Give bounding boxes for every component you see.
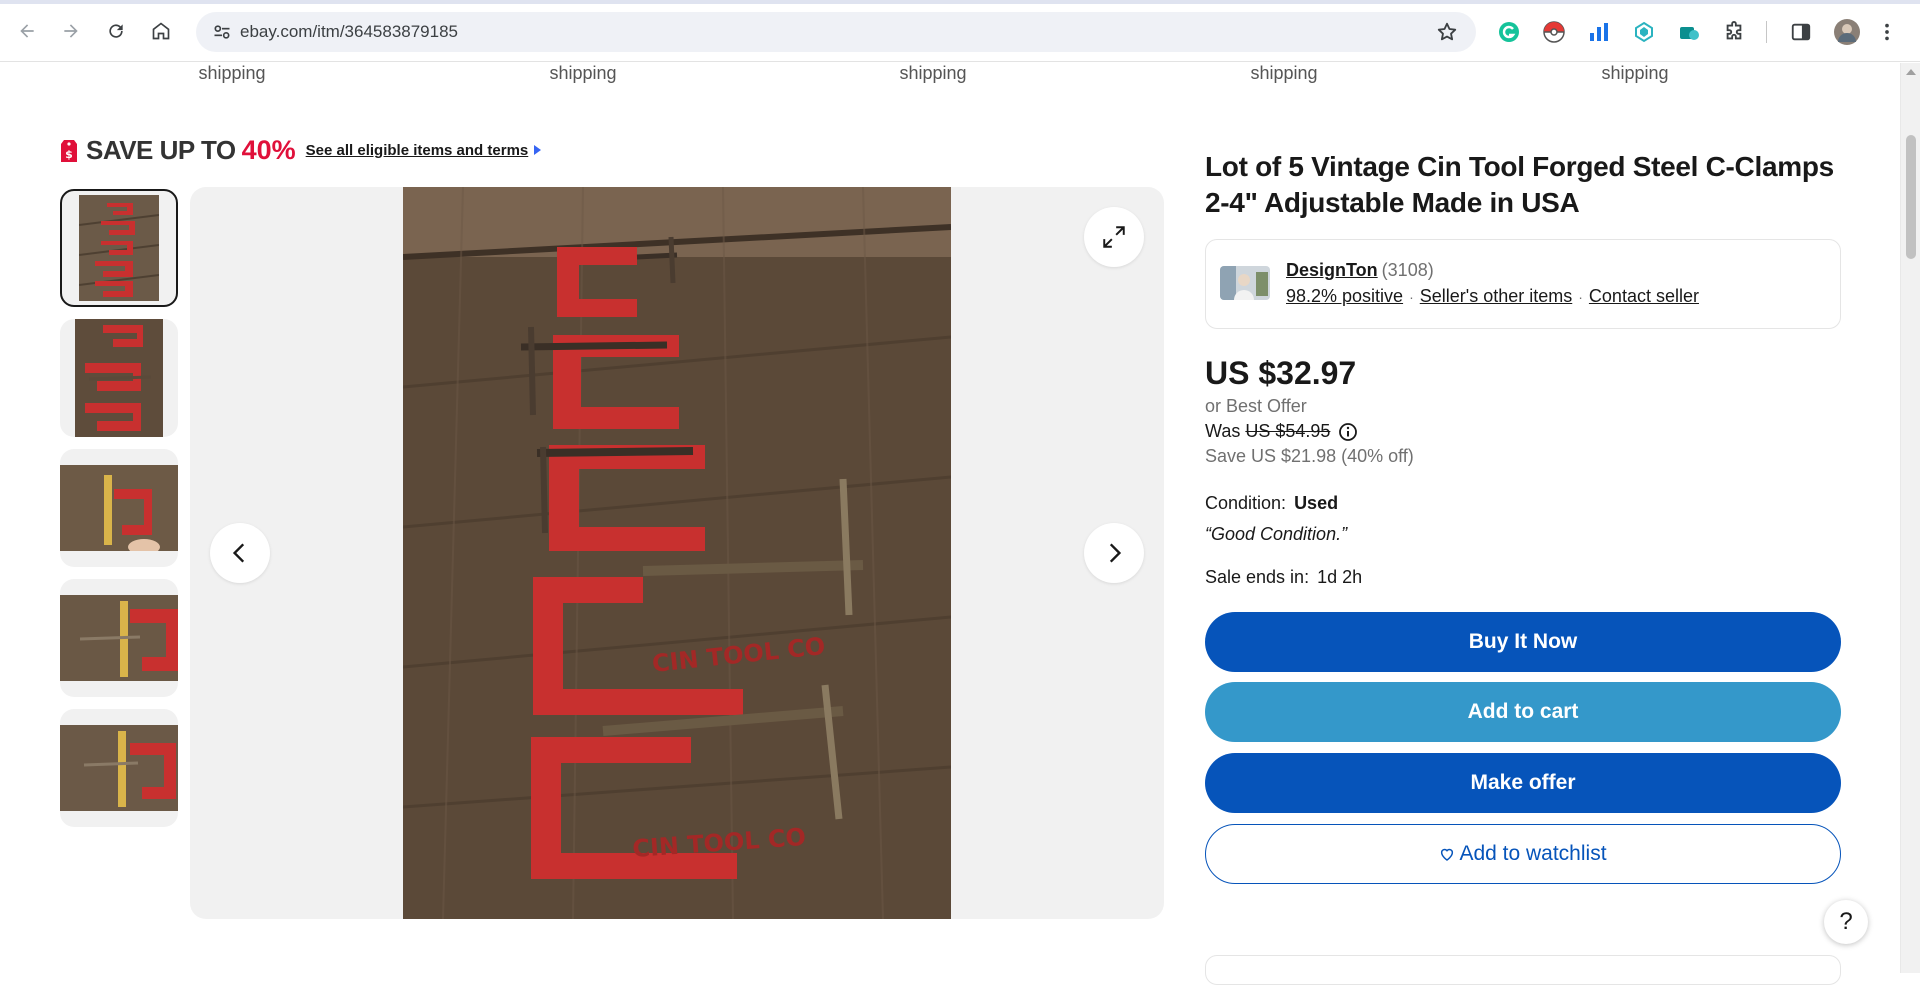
shipping-label: shipping xyxy=(198,63,266,83)
url-text[interactable]: ebay.com/itm/364583879185 xyxy=(240,22,458,42)
seller-other-items-link[interactable]: Seller's other items xyxy=(1420,286,1573,306)
condition-value: Used xyxy=(1294,493,1339,513)
gauge-extension-icon[interactable] xyxy=(1676,19,1702,45)
bookmark-star-icon[interactable] xyxy=(1436,21,1458,43)
scrollbar-thumb[interactable] xyxy=(1906,135,1916,259)
seller-links-row: 98.2% positive · Seller's other items · Cont… xyxy=(1286,286,1699,307)
thumbnail-2[interactable] xyxy=(60,319,178,437)
previous-image-button[interactable] xyxy=(210,523,270,583)
add-to-cart-button[interactable]: Add to cart xyxy=(1205,682,1841,742)
chevron-right-icon xyxy=(1109,543,1122,563)
sale-tag-icon: $ xyxy=(61,140,77,162)
pokeball-extension-icon[interactable] xyxy=(1541,19,1567,45)
arrow-left-icon xyxy=(20,24,34,38)
tab-strip-edge xyxy=(0,0,1920,4)
back-button[interactable] xyxy=(12,16,42,46)
thumbnail-strip xyxy=(60,189,180,839)
savings-text: Save US $21.98 (40% off) xyxy=(1205,446,1414,466)
thumbnail-1[interactable] xyxy=(60,189,178,307)
condition-label: Condition: xyxy=(1205,493,1287,513)
reload-icon xyxy=(109,24,123,38)
svg-text:$: $ xyxy=(65,148,73,161)
next-image-button[interactable] xyxy=(1084,523,1144,583)
condition-row: Condition: Used xyxy=(1205,493,1841,514)
sale-ends-row: Sale ends in: 1d 2h xyxy=(1205,567,1841,588)
profile-avatar[interactable] xyxy=(1834,19,1860,45)
ai-extension-icon[interactable] xyxy=(1631,19,1657,45)
separator-dot: · xyxy=(1409,289,1414,305)
separator-dot: · xyxy=(1578,289,1583,305)
promo-save-text: SAVE UP TO xyxy=(86,134,236,165)
seller-card: DesignTon (3108) 98.2% positive · Seller's … xyxy=(1205,239,1841,329)
seller-name-link[interactable]: DesignTon xyxy=(1286,260,1378,280)
expand-arrows-icon xyxy=(1103,226,1125,248)
shipping-label: shipping xyxy=(1601,63,1669,83)
condition-description: “Good Condition.” xyxy=(1205,524,1348,544)
thumbnail-4[interactable] xyxy=(60,579,178,697)
heart-icon xyxy=(1441,848,1454,861)
address-bar[interactable]: ebay.com/itm/364583879185 xyxy=(196,12,1476,52)
next-section-card xyxy=(1205,955,1841,985)
fullscreen-button[interactable] xyxy=(1084,207,1144,267)
promo-percent: 40% xyxy=(241,134,296,165)
seller-avatar[interactable] xyxy=(1220,266,1270,300)
shipping-label: shipping xyxy=(549,63,617,83)
side-panel-icon[interactable] xyxy=(1788,19,1814,45)
home-icon xyxy=(152,22,170,40)
home-button[interactable] xyxy=(146,16,176,46)
chevron-left-icon xyxy=(232,543,245,563)
extensions-puzzle-icon[interactable] xyxy=(1721,19,1747,45)
page-scrollbar[interactable] xyxy=(1900,63,1920,973)
buy-it-now-button[interactable]: Buy It Now xyxy=(1205,612,1841,672)
toolbar-divider xyxy=(1766,21,1767,43)
help-button[interactable]: ? xyxy=(1824,900,1868,944)
site-settings-icon[interactable] xyxy=(212,22,232,42)
item-details: Lot of 5 Vintage Cin Tool Forged Steel C… xyxy=(1205,149,1841,884)
promo-banner: $ SAVE UP TO 40% See all eligible items … xyxy=(60,133,542,167)
best-offer-text: or Best Offer xyxy=(1205,396,1307,416)
product-photo[interactable]: CIN TOOL CO CIN TOOL CO xyxy=(403,187,951,919)
info-icon[interactable] xyxy=(1338,422,1358,442)
shipping-label: shipping xyxy=(1250,63,1318,83)
was-price: US $54.95 xyxy=(1245,421,1331,441)
sale-ends-label: Sale ends in: xyxy=(1205,567,1310,587)
thumbnail-5[interactable] xyxy=(60,709,178,827)
arrow-right-icon xyxy=(64,24,78,38)
scroll-up-arrow[interactable] xyxy=(1906,69,1916,75)
browser-menu-icon[interactable] xyxy=(1874,19,1900,45)
main-image-viewer[interactable]: CIN TOOL CO CIN TOOL CO xyxy=(190,187,1164,919)
make-offer-button[interactable]: Make offer xyxy=(1205,753,1841,813)
watchlist-label: Add to watchlist xyxy=(1459,842,1607,865)
seller-feedback-count: (3108) xyxy=(1381,260,1434,280)
item-price: US $32.97 xyxy=(1205,355,1357,391)
seller-feedback-link[interactable]: 98.2% positive xyxy=(1286,286,1403,306)
play-triangle-icon xyxy=(534,145,542,155)
browser-toolbar: ebay.com/itm/364583879185 xyxy=(0,0,1920,62)
grammarly-extension-icon[interactable] xyxy=(1496,19,1522,45)
promo-terms-link[interactable]: See all eligible items and terms xyxy=(306,142,529,159)
shipping-label: shipping xyxy=(899,63,967,83)
forward-button[interactable] xyxy=(56,16,86,46)
add-to-watchlist-button[interactable]: Add to watchlist xyxy=(1205,824,1841,884)
analytics-extension-icon[interactable] xyxy=(1586,19,1612,45)
reload-button[interactable] xyxy=(101,16,131,46)
page-content: shipping shipping shipping shipping ship… xyxy=(0,63,1900,973)
thumbnail-3[interactable] xyxy=(60,449,178,567)
contact-seller-link[interactable]: Contact seller xyxy=(1589,286,1699,306)
was-label: Was xyxy=(1205,421,1241,441)
item-title: Lot of 5 Vintage Cin Tool Forged Steel C… xyxy=(1205,151,1834,218)
sale-ends-value: 1d 2h xyxy=(1317,567,1363,587)
seller-name-row: DesignTon (3108) xyxy=(1286,260,1434,281)
was-price-row: Was US $54.95 xyxy=(1205,421,1841,442)
